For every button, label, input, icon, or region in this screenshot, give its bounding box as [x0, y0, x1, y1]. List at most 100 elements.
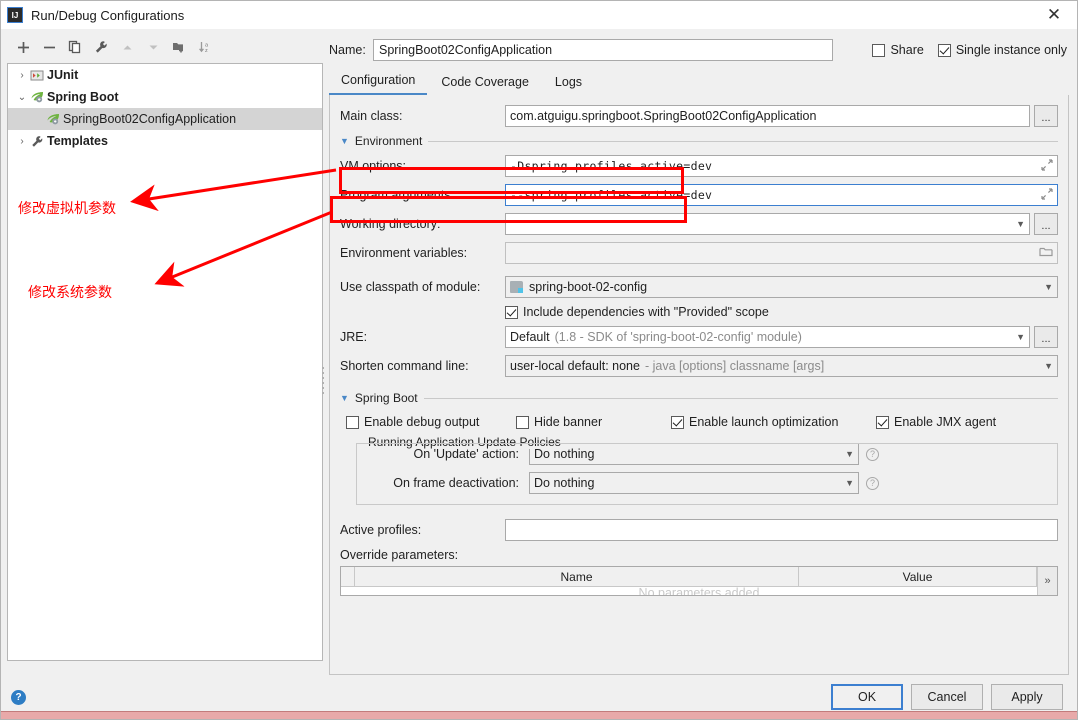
classpath-module-combo[interactable]: spring-boot-02-config ▼: [505, 276, 1058, 298]
tab-code-coverage[interactable]: Code Coverage: [429, 71, 541, 95]
help-icon[interactable]: ?: [866, 447, 879, 461]
spring-leaf-icon: [46, 113, 63, 126]
intellij-logo-icon: [7, 7, 23, 23]
classpath-module-label: Use classpath of module:: [340, 280, 481, 294]
working-directory-browse-button[interactable]: ...: [1034, 213, 1058, 235]
working-directory-input[interactable]: ▼: [505, 213, 1030, 235]
override-parameters-table[interactable]: Name Value No parameters added »: [340, 566, 1058, 596]
environment-section-label: Environment: [354, 134, 423, 148]
chevron-down-icon[interactable]: ▼: [1038, 282, 1053, 292]
single-instance-checkbox-box[interactable]: [937, 43, 951, 57]
chevron-down-icon[interactable]: ▼: [1010, 332, 1025, 342]
tree-node-junit[interactable]: › JUnit: [8, 64, 322, 86]
expand-icon[interactable]: [1035, 158, 1053, 174]
module-icon: [510, 281, 523, 293]
create-folder-button[interactable]: [167, 36, 191, 58]
tree-node-label: Templates: [47, 134, 108, 148]
active-profiles-input[interactable]: [505, 519, 1058, 541]
edit-templates-button[interactable]: [89, 36, 113, 58]
table-header-name[interactable]: Name: [355, 567, 799, 586]
table-header-value[interactable]: Value: [799, 567, 1037, 586]
jre-browse-button[interactable]: ...: [1034, 326, 1058, 348]
enable-debug-output-checkbox-box[interactable]: [346, 415, 359, 429]
share-label: Share: [890, 43, 924, 57]
shorten-command-line-combo[interactable]: user-local default: none - java [options…: [505, 355, 1058, 377]
include-dependencies-checkbox-box[interactable]: [505, 305, 518, 319]
share-checkbox-box[interactable]: [872, 43, 886, 57]
enable-launch-optimization-label: Enable launch optimization: [689, 415, 839, 429]
copy-configuration-button[interactable]: [63, 36, 87, 58]
environment-section-header[interactable]: ▼ Environment: [340, 134, 1058, 148]
table-header-row: Name Value: [341, 567, 1037, 587]
shorten-command-line-hint: - java [options] classname [args]: [644, 359, 825, 373]
remove-configuration-button[interactable]: [37, 36, 61, 58]
classpath-module-value: spring-boot-02-config: [529, 280, 648, 294]
hide-banner-checkbox[interactable]: Hide banner: [516, 415, 671, 429]
help-icon[interactable]: ?: [866, 476, 879, 490]
enable-jmx-agent-checkbox[interactable]: Enable JMX agent: [876, 415, 996, 429]
hide-banner-checkbox-box[interactable]: [516, 415, 529, 429]
sort-configurations-button[interactable]: az: [193, 36, 217, 58]
move-down-button[interactable]: [141, 36, 165, 58]
share-checkbox[interactable]: Share: [872, 43, 924, 57]
add-configuration-button[interactable]: [11, 36, 35, 58]
annotation-system-params: 修改系统参数: [28, 284, 112, 300]
apply-button[interactable]: Apply: [991, 684, 1063, 710]
ok-button[interactable]: OK: [831, 684, 903, 710]
editor-tabs: Configuration Code Coverage Logs: [329, 67, 1069, 95]
working-directory-row: Working directory: ▼ ...: [340, 213, 1058, 235]
tree-node-springboot02configapplication[interactable]: SpringBoot02ConfigApplication: [8, 108, 322, 130]
update-policies-legend: Running Application Update Policies: [363, 435, 566, 449]
main-class-input[interactable]: com.atguigu.springboot.SpringBoot02Confi…: [505, 105, 1030, 127]
section-divider: [428, 140, 1058, 142]
on-frame-deactivation-combo[interactable]: Do nothing ▼: [529, 472, 859, 494]
chevron-down-icon[interactable]: ▼: [1010, 219, 1025, 229]
chevron-down-icon[interactable]: ▼: [1038, 361, 1053, 371]
jre-value: Default: [510, 330, 550, 344]
cancel-button[interactable]: Cancel: [911, 684, 983, 710]
svg-text:z: z: [205, 48, 208, 54]
jre-row: JRE: Default (1.8 - SDK of 'spring-boot-…: [340, 326, 1058, 348]
tree-node-spring-boot[interactable]: ⌄ Spring Boot: [8, 86, 322, 108]
chevron-right-icon[interactable]: ›: [14, 136, 30, 147]
wrench-icon: [30, 135, 47, 148]
enable-debug-output-checkbox[interactable]: Enable debug output: [346, 415, 516, 429]
name-row: Name: SpringBoot02ConfigApplication Shar…: [329, 35, 1069, 65]
enable-launch-optimization-checkbox[interactable]: Enable launch optimization: [671, 415, 876, 429]
chevron-right-icon[interactable]: ›: [14, 70, 30, 81]
triangle-down-icon[interactable]: ▼: [340, 393, 349, 403]
pane-splitter[interactable]: [319, 359, 326, 401]
close-icon[interactable]: ✕: [1031, 1, 1077, 29]
folder-icon[interactable]: [1033, 246, 1053, 261]
jre-combo[interactable]: Default (1.8 - SDK of 'spring-boot-02-co…: [505, 326, 1030, 348]
triangle-down-icon[interactable]: ▼: [340, 136, 349, 146]
tree-node-templates[interactable]: › Templates: [8, 130, 322, 152]
tab-configuration[interactable]: Configuration: [329, 69, 428, 95]
enable-launch-optimization-checkbox-box[interactable]: [671, 415, 684, 429]
chevron-down-icon[interactable]: ⌄: [14, 92, 30, 103]
help-icon[interactable]: ?: [11, 689, 26, 705]
tab-logs[interactable]: Logs: [543, 71, 594, 95]
on-update-action-combo[interactable]: Do nothing ▼: [529, 443, 859, 465]
on-frame-deactivation-value: Do nothing: [534, 476, 595, 490]
configurations-tree[interactable]: › JUnit ⌄ Spring Boot SpringBoot02Config…: [7, 63, 323, 661]
chevron-down-icon[interactable]: ▼: [839, 449, 854, 459]
on-frame-deactivation-label: On frame deactivation:: [393, 476, 519, 490]
configurations-toolbar: az: [7, 33, 323, 61]
environment-variables-row: Environment variables:: [340, 242, 1058, 264]
program-arguments-input[interactable]: --spring.profiles.active=dev: [505, 184, 1058, 206]
move-up-button[interactable]: [115, 36, 139, 58]
name-input[interactable]: SpringBoot02ConfigApplication: [373, 39, 833, 61]
main-class-browse-button[interactable]: ...: [1034, 105, 1058, 127]
include-dependencies-checkbox[interactable]: Include dependencies with "Provided" sco…: [505, 305, 769, 319]
expand-icon[interactable]: [1035, 187, 1053, 203]
vm-options-input[interactable]: -Dspring.profiles.active=dev: [505, 155, 1058, 177]
shorten-command-line-label: Shorten command line:: [340, 359, 469, 373]
enable-jmx-agent-checkbox-box[interactable]: [876, 415, 889, 429]
enable-jmx-agent-label: Enable JMX agent: [894, 415, 997, 429]
on-update-action-label: On 'Update' action:: [413, 447, 519, 461]
single-instance-checkbox[interactable]: Single instance only: [937, 43, 1067, 57]
environment-variables-input[interactable]: [505, 242, 1058, 264]
spring-boot-section-header[interactable]: ▼ Spring Boot: [340, 391, 1058, 405]
chevron-down-icon[interactable]: ▼: [839, 478, 854, 488]
